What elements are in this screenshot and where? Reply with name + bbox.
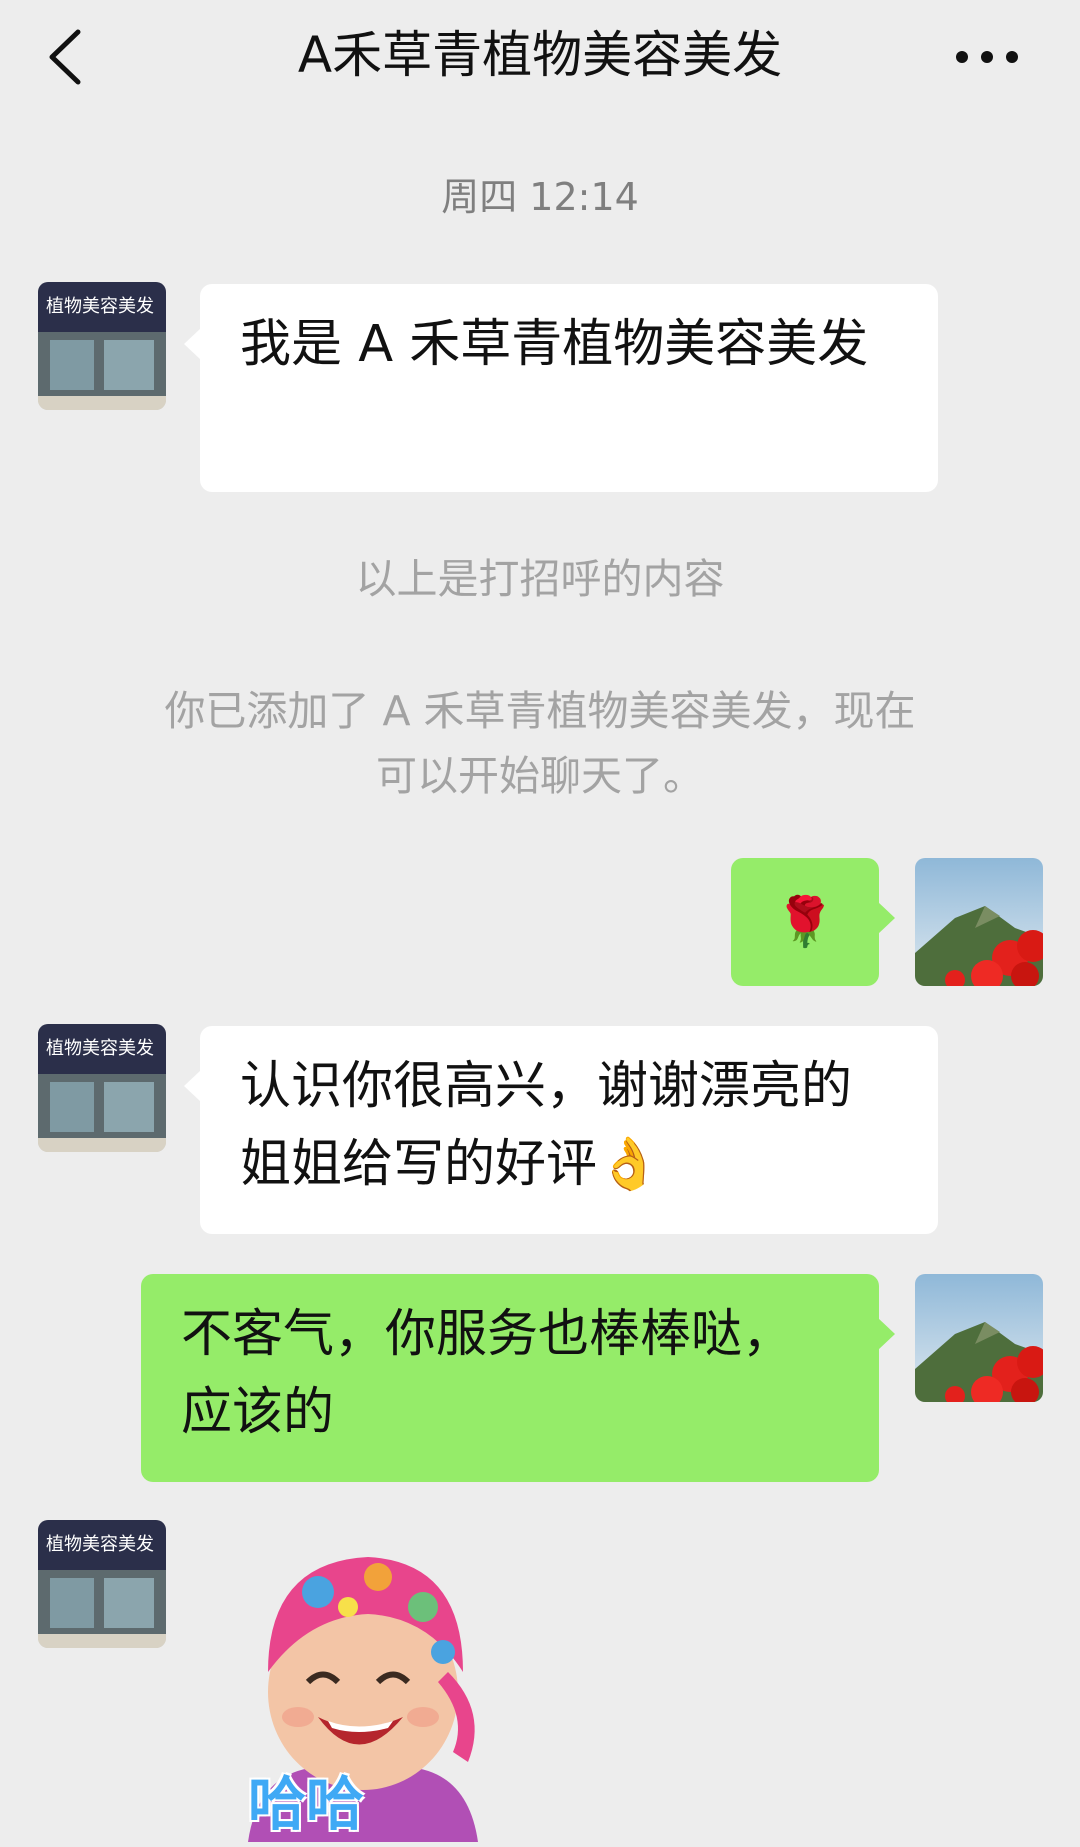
mountain-flowers-image	[915, 1274, 1043, 1402]
message-timestamp: 周四 12:14	[441, 175, 639, 219]
storefront-image: 植物美容美发	[38, 282, 166, 410]
message-bubble-outgoing[interactable]: 🌹	[731, 858, 895, 986]
svg-text:植物美容美发: 植物美容美发	[46, 1038, 154, 1059]
message-bubble-incoming[interactable]: 我是 A 禾草青植物美容美发	[184, 284, 938, 492]
back-button[interactable]	[40, 22, 120, 92]
message-text: 认识你很高兴，谢谢漂亮的姐姐给写的好评👌	[240, 1057, 853, 1194]
sticker-caption: 哈哈	[248, 1770, 365, 1838]
system-added-notice-line1: 你已添加了 A 禾草青植物美容美发，现在	[164, 687, 916, 735]
mountain-flowers-image	[915, 858, 1043, 986]
contact-avatar[interactable]: 植物美容美发	[38, 1520, 166, 1648]
message-text: 我是 A 禾草青植物美容美发	[240, 315, 869, 374]
top-bar: A禾草青植物美容美发	[0, 0, 1080, 118]
bubble-tail	[878, 1318, 895, 1350]
bubble-tail	[878, 902, 895, 934]
svg-text:植物美容美发: 植物美容美发	[46, 296, 154, 317]
contact-avatar[interactable]: 植物美容美发	[38, 1024, 166, 1152]
my-avatar[interactable]	[915, 858, 1043, 986]
more-dots-icon	[956, 51, 1018, 63]
svg-text:植物美容美发: 植物美容美发	[46, 1534, 154, 1555]
rose-emoji: 🌹	[775, 894, 835, 950]
system-added-notice-line2: 可以开始聊天了。	[376, 752, 704, 800]
storefront-image: 植物美容美发	[38, 1024, 166, 1152]
bubble-tail	[184, 328, 201, 360]
message-bubble-incoming[interactable]: 认识你很高兴，谢谢漂亮的姐姐给写的好评👌	[184, 1026, 938, 1234]
storefront-image: 植物美容美发	[38, 1520, 166, 1648]
chevron-left-icon	[49, 29, 81, 85]
my-avatar[interactable]	[915, 1274, 1043, 1402]
bubble-tail	[184, 1070, 201, 1102]
more-button[interactable]	[932, 22, 1042, 92]
contact-avatar[interactable]: 植物美容美发	[38, 282, 166, 410]
message-bubble-outgoing[interactable]: 不客气，你服务也棒棒哒，应该的	[141, 1274, 895, 1482]
system-greeting-notice: 以上是打招呼的内容	[355, 555, 725, 603]
laughing-baby-sticker[interactable]: 哈哈	[228, 1522, 496, 1842]
message-text: 不客气，你服务也棒棒哒，应该的	[181, 1305, 794, 1442]
chat-title: A禾草青植物美容美发	[297, 26, 783, 84]
